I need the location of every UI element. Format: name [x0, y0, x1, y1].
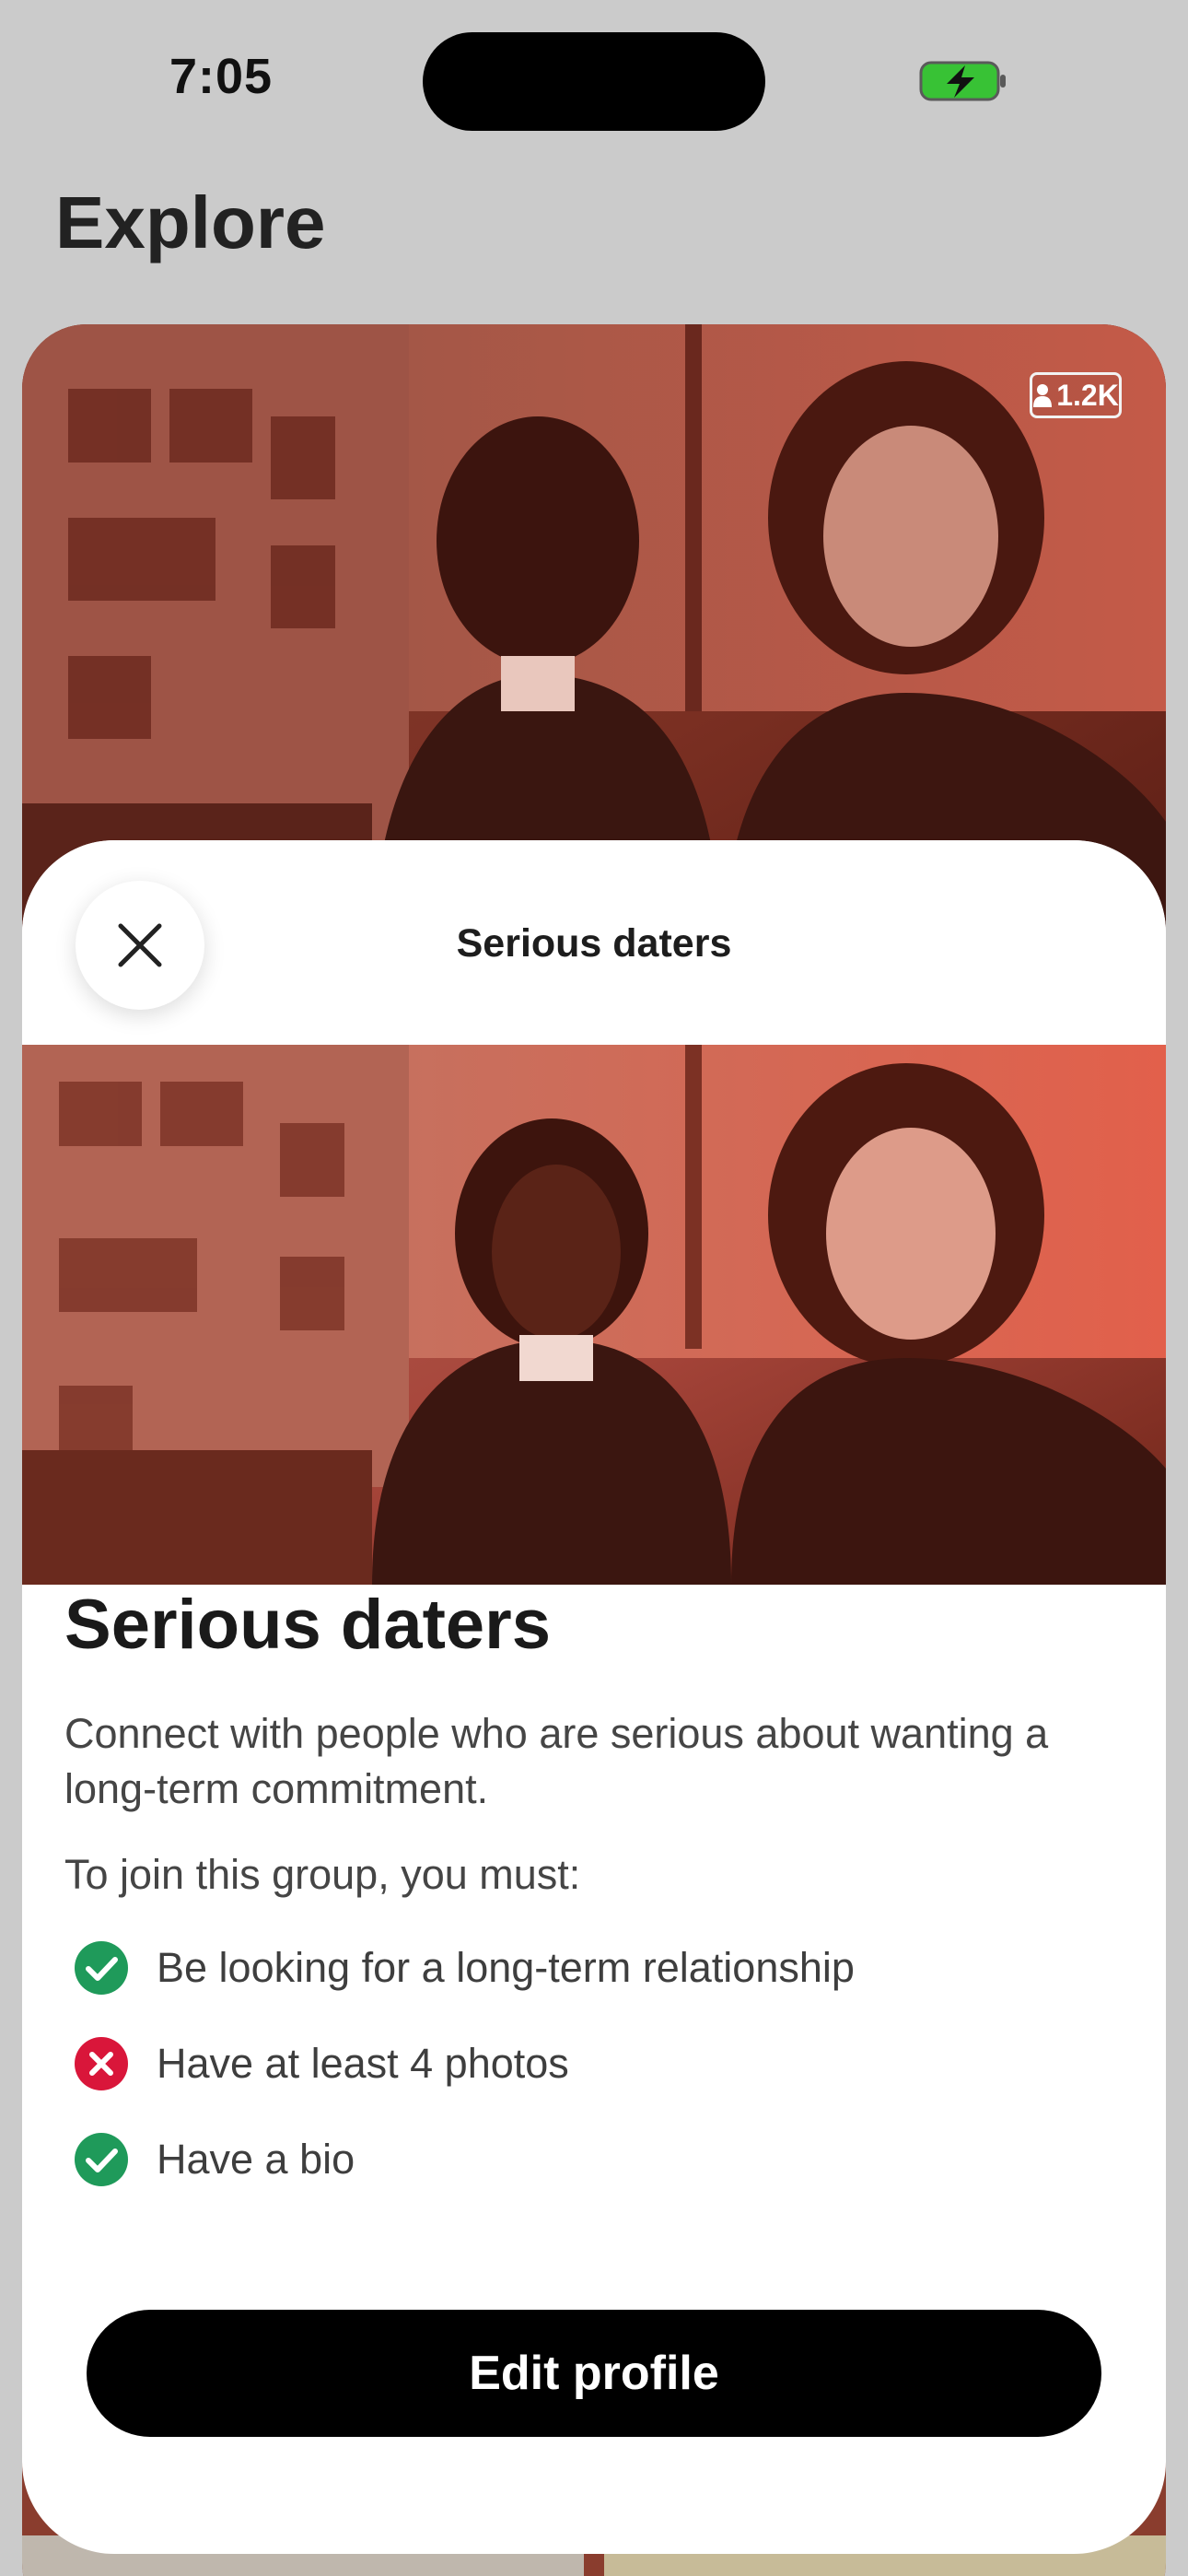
group-title: Serious daters: [64, 1586, 551, 1664]
x-circle-icon: [75, 2037, 128, 2090]
requirement-label: Have at least 4 photos: [157, 2040, 569, 2087]
status-time: 7:05: [169, 49, 274, 104]
group-hero-image: [22, 1045, 1166, 1585]
close-button[interactable]: [76, 881, 204, 1010]
requirement-label: Be looking for a long-term relationship: [157, 1944, 855, 1991]
group-detail-sheet: Serious daters Serious daters Connect wi…: [22, 840, 1166, 2554]
sheet-header: Serious daters: [22, 840, 1166, 1045]
dynamic-island: [423, 32, 765, 131]
requirement-item: Have a bio: [74, 2112, 855, 2207]
edit-profile-button[interactable]: Edit profile: [87, 2310, 1101, 2437]
member-count-badge: 1.2K: [1030, 372, 1122, 418]
check-circle-icon: [75, 2133, 128, 2186]
status-bar: 7:05: [0, 0, 1188, 157]
battery-charging-icon: [919, 61, 1006, 101]
page-title: Explore: [55, 181, 326, 263]
requirements-list: Be looking for a long-term relationship …: [74, 1920, 855, 2207]
group-description: Connect with people who are serious abou…: [64, 1710, 1049, 1812]
requirement-item: Have at least 4 photos: [74, 2016, 855, 2112]
person-icon: [1033, 384, 1053, 407]
requirements-intro: To join this group, you must:: [64, 1851, 581, 1898]
requirement-item: Be looking for a long-term relationship: [74, 1920, 855, 2016]
requirement-label: Have a bio: [157, 2136, 355, 2183]
member-count: 1.2K: [1056, 378, 1119, 412]
close-icon: [118, 923, 162, 967]
check-circle-icon: [75, 1941, 128, 1995]
